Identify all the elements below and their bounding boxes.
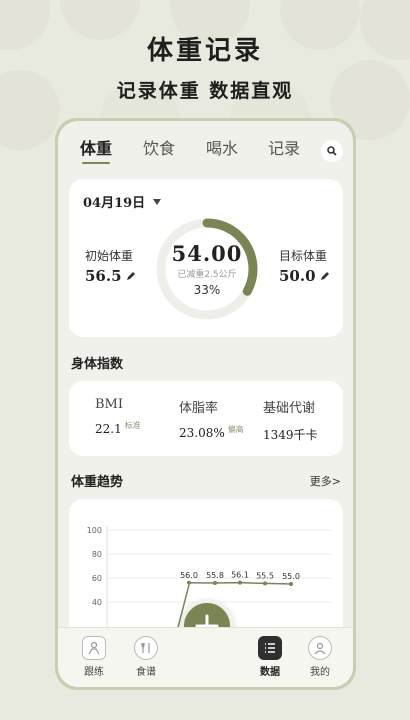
training-icon xyxy=(82,636,106,660)
bmr-item: 基础代谢 1349千卡 xyxy=(263,397,318,443)
data-label: 56.1 xyxy=(231,571,249,580)
lost-weight-text: 已减重2.5公斤 xyxy=(177,270,237,280)
bmr-label: 基础代谢 xyxy=(263,401,316,416)
y-tick-label: 100 xyxy=(87,526,102,535)
target-weight-value: 50.0 xyxy=(279,267,316,285)
recipe-icon xyxy=(134,636,158,660)
bmi-status-tag: 标准 xyxy=(124,421,141,430)
data-label: 55.5 xyxy=(256,571,274,580)
date-selector[interactable]: 04月19日 xyxy=(83,192,162,211)
app-screen: 体重 饮食 喝水 记录 04月19日 初始体重 56.5 54.00 已减重2.… xyxy=(58,121,353,687)
nav-item-recipe[interactable]: 食谱 xyxy=(126,636,166,678)
body-index-title: 身体指数 xyxy=(71,357,124,372)
bmr-value: 1349千卡 xyxy=(263,428,318,442)
tab-records[interactable]: 记录 xyxy=(268,135,300,159)
top-tabs: 体重 饮食 喝水 记录 xyxy=(58,131,353,164)
edit-pencil-icon xyxy=(320,272,329,280)
tab-diet[interactable]: 饮食 xyxy=(143,135,175,159)
current-weight: 54.00 xyxy=(171,241,243,266)
bmi-value: 22.1 xyxy=(95,422,122,436)
promo-subtitle: 记录体重 数据直观 xyxy=(116,80,294,102)
body-fat-status-tag: 偏高 xyxy=(227,425,244,434)
initial-weight[interactable]: 56.5 xyxy=(85,267,136,285)
bmi-label: BMI xyxy=(95,397,123,412)
data-point xyxy=(213,581,217,586)
nav-item-profile[interactable]: 我的 xyxy=(300,636,340,678)
data-label: 55.0 xyxy=(282,572,300,581)
more-link[interactable]: 更多> xyxy=(310,473,341,489)
body-index-card: BMI 22.1 标准 体脂率 23.08% 偏高 基础代谢 1349千卡 xyxy=(69,381,343,456)
progress-percent: 33% xyxy=(193,283,221,297)
target-weight-label: 目标体重 xyxy=(279,249,328,263)
phone-frame: 体重 饮食 喝水 记录 04月19日 初始体重 56.5 54.00 已减重2.… xyxy=(55,118,356,690)
nav-item-training[interactable]: 跟练 xyxy=(74,636,114,678)
caret-down-icon xyxy=(153,198,162,205)
weight-trend-title: 体重趋势 xyxy=(71,475,124,490)
data-label: 55.8 xyxy=(206,571,224,580)
edit-pencil-icon xyxy=(126,272,135,280)
data-point xyxy=(289,582,293,586)
bottom-nav: 跟练 食谱 数据 我的 xyxy=(58,627,353,687)
initial-weight-label: 初始体重 xyxy=(85,249,134,263)
nav-label-recipe: 食谱 xyxy=(136,667,156,678)
initial-weight-value: 56.5 xyxy=(85,267,122,285)
ring-center: 54.00 已减重2.5公斤 33% xyxy=(155,217,259,297)
data-point xyxy=(187,580,191,585)
data-label: 56.0 xyxy=(180,571,198,580)
target-weight[interactable]: 50.0 xyxy=(279,267,330,285)
tab-weight[interactable]: 体重 xyxy=(80,135,112,164)
nav-label-data: 数据 xyxy=(260,667,280,678)
data-point xyxy=(263,581,267,586)
body-fat-value: 23.08% xyxy=(179,426,225,440)
search-icon xyxy=(327,146,337,156)
nav-item-data[interactable]: 数据 xyxy=(250,636,290,678)
promo-title: 体重记录 xyxy=(146,36,263,66)
bmi-item: BMI 22.1 标准 xyxy=(95,397,141,436)
y-tick-label: 80 xyxy=(92,550,102,559)
body-fat-label: 体脂率 xyxy=(179,401,219,416)
data-list-icon xyxy=(258,636,282,660)
nav-label-profile: 我的 xyxy=(310,667,330,678)
profile-icon xyxy=(308,636,332,660)
y-tick-label: 60 xyxy=(92,574,102,583)
search-button[interactable] xyxy=(321,140,343,162)
body-fat-item: 体脂率 23.08% 偏高 xyxy=(179,397,244,440)
date-label: 04月19日 xyxy=(83,196,146,211)
data-point xyxy=(238,580,242,585)
y-tick-label: 40 xyxy=(92,598,102,607)
weight-summary-card: 04月19日 初始体重 56.5 54.00 已减重2.5公斤 33% 目标体重… xyxy=(69,179,343,337)
tab-water[interactable]: 喝水 xyxy=(206,135,238,159)
nav-label-training: 跟练 xyxy=(84,667,104,678)
